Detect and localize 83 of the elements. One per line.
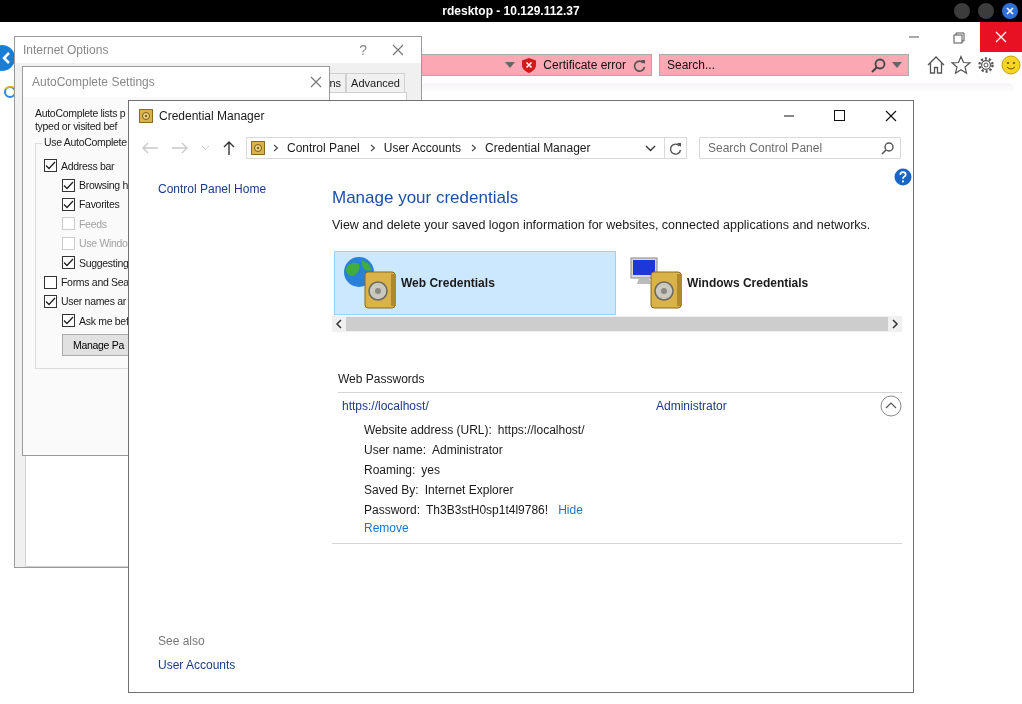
window-title: Credential Manager (159, 109, 265, 123)
tile-label: Windows Credentials (687, 276, 809, 290)
checkbox[interactable] (62, 256, 75, 270)
browser-icon (4, 86, 16, 98)
group-label: Use AutoComplete (42, 136, 129, 148)
checkbox[interactable] (44, 294, 57, 308)
chevron-down-icon[interactable] (645, 144, 656, 152)
tile-label: Web Credentials (401, 276, 495, 290)
checkbox-label: Forms and Sea (61, 276, 129, 289)
safe-icon (251, 141, 265, 155)
window-title: rdesktop - 10.129.112.37 (442, 4, 580, 18)
computer-safe-icon (627, 254, 685, 312)
detail-label: Saved By: (364, 483, 419, 497)
breadcrumb-item[interactable]: Credential Manager (485, 141, 591, 155)
credential-user[interactable]: Administrator (656, 399, 727, 413)
checkbox[interactable] (62, 197, 75, 211)
certificate-error-label[interactable]: Certificate error (543, 58, 626, 72)
page-heading: Manage your credentials (332, 188, 520, 208)
description-text: typed or visited bef (35, 120, 118, 133)
sidebar-link[interactable]: Control Panel Home (158, 182, 303, 196)
refresh-icon[interactable] (669, 141, 682, 155)
collapse-icon[interactable] (880, 395, 902, 417)
credential-address[interactable]: https://localhost/ (342, 399, 656, 413)
window-title: AutoComplete Settings (32, 75, 155, 89)
star-icon[interactable] (951, 55, 971, 75)
checkbox-label: User names ar (61, 295, 126, 308)
up-arrow-icon[interactable] (222, 140, 236, 156)
help-button[interactable]: ? (359, 42, 367, 58)
search-field[interactable]: Search Control Panel (699, 137, 901, 159)
hide-password-link[interactable]: Hide (558, 503, 583, 517)
search-icon[interactable] (871, 57, 886, 73)
section-title: Web Passwords (338, 372, 902, 393)
chevron-right-icon (471, 144, 478, 152)
see-also-label: See also (158, 634, 206, 648)
safe-icon (139, 109, 153, 123)
detail-value: Th3B3stH0sp1t4l9786! (426, 503, 549, 517)
checkbox-label: Browsing h (79, 179, 128, 192)
checkbox[interactable] (62, 314, 75, 328)
credential-tile[interactable]: Web Credentials (334, 251, 616, 315)
address-bar[interactable]: Certificate error (420, 54, 652, 76)
detail-value: Administrator (432, 443, 503, 457)
detail-label: Roaming: (364, 463, 416, 477)
settings-icon[interactable] (976, 55, 996, 75)
breadcrumb-item[interactable]: User Accounts (383, 141, 462, 155)
checkbox-label: Suggesting (79, 256, 129, 269)
checkbox-label: Favorites (79, 198, 120, 211)
help-icon[interactable] (894, 168, 912, 186)
checkbox-label: Address bar (61, 159, 115, 172)
detail-label: Website address (URL): (364, 423, 492, 437)
smiley-icon[interactable] (1001, 55, 1021, 75)
remove-link[interactable]: Remove (364, 521, 409, 535)
sidebar-link[interactable]: User Accounts (158, 658, 303, 672)
detail-label: Password: (364, 503, 421, 517)
address-bar[interactable]: Control Panel User Accounts Credential Manager (246, 137, 687, 159)
back-button[interactable] (0, 44, 16, 72)
chevron-right-icon (273, 144, 279, 152)
checkbox[interactable] (44, 159, 57, 173)
credential-tile[interactable]: Windows Credentials (620, 251, 902, 315)
checkbox-label: Feeds (79, 217, 107, 230)
close-button[interactable] (1002, 3, 1018, 19)
home-icon[interactable] (926, 55, 946, 75)
caret-icon[interactable] (892, 62, 902, 68)
checkbox-label: Ask me bef (79, 314, 129, 327)
description-text: AutoComplete lists p (35, 107, 126, 120)
window-title: Internet Options (23, 43, 110, 57)
globe-safe-icon (341, 254, 399, 312)
search-icon[interactable] (881, 141, 894, 155)
checkbox[interactable] (62, 178, 75, 192)
caret-icon (505, 62, 516, 68)
search-field[interactable]: Search... (659, 54, 909, 76)
horizontal-scrollbar[interactable] (332, 316, 902, 332)
detail-value: Internet Explorer (424, 483, 514, 497)
checkbox[interactable] (44, 275, 57, 289)
detail-label: User name: (364, 443, 427, 457)
checkbox-label: Use Windo (79, 237, 128, 250)
description-text: View and delete your saved logon information for websites, connected applications and networks. (332, 218, 872, 232)
detail-value: https://localhost/ (497, 423, 585, 437)
tab[interactable]: Advanced (346, 73, 405, 92)
shield-icon (522, 57, 537, 73)
refresh-icon[interactable] (633, 58, 646, 72)
chevron-right-icon (369, 144, 376, 152)
detail-value: yes (421, 463, 441, 477)
breadcrumb-item[interactable]: Control Panel (287, 141, 360, 155)
